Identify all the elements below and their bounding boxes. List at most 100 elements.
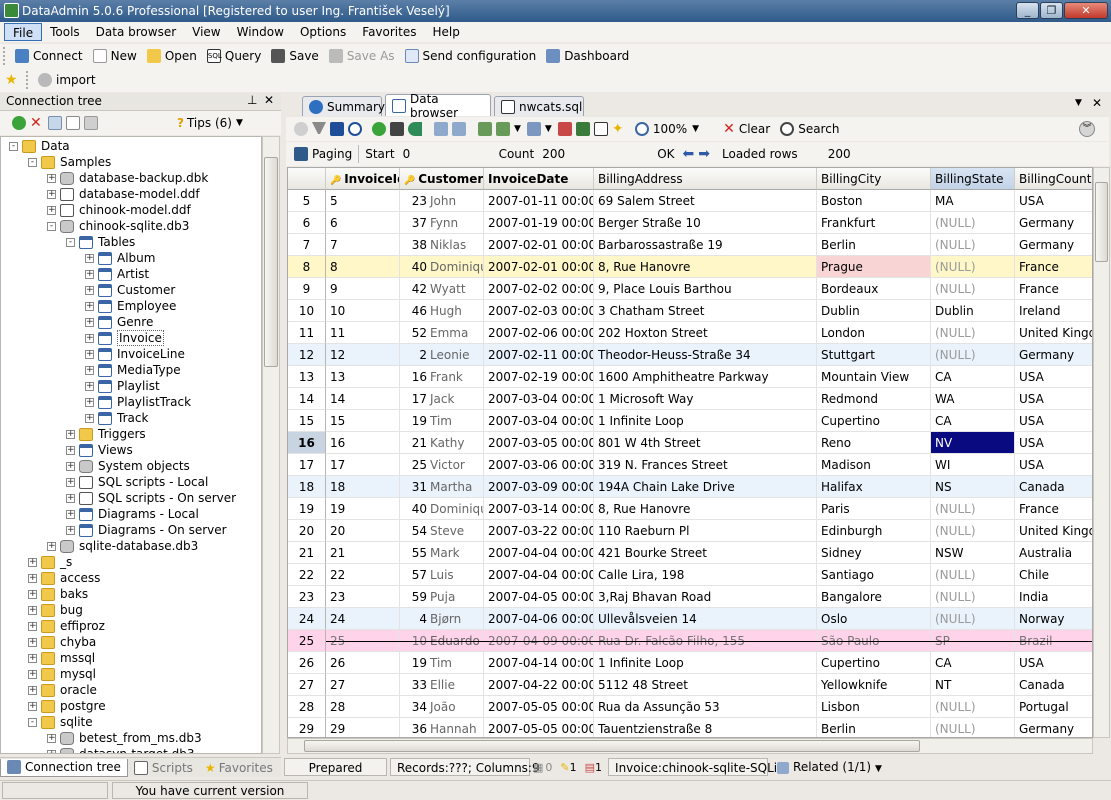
cell-billing-address[interactable]: 8, Rue Hanovre [594,256,817,278]
expand-icon[interactable]: + [66,509,75,519]
cell-billing-country[interactable]: Canada [1015,674,1092,696]
row-number[interactable]: 20 [288,520,326,542]
cell-billing-country[interactable]: USA [1015,652,1092,674]
cell-billing-country[interactable]: USA [1015,366,1092,388]
cell-billing-city[interactable]: Yellowknife [817,674,931,696]
tree-node[interactable]: + mysql [28,666,96,682]
tab-connection-tree[interactable]: Connection tree [0,758,128,777]
save-icon[interactable] [390,122,404,136]
open-button[interactable]: Open [142,45,202,67]
cell-invoice-id[interactable]: 24 [326,608,400,630]
cell-customer-id[interactable]: 17 Jack [400,388,484,410]
cell-invoice-date[interactable]: 2007-02-01 00:00:... [484,234,594,256]
cell-billing-state[interactable]: NSW [931,542,1015,564]
cell-invoice-date[interactable]: 2007-01-19 00:00:... [484,212,594,234]
cell-customer-id[interactable]: 25 Victor [400,454,484,476]
refresh-icon[interactable] [372,122,386,136]
cell-customer-id[interactable]: 16 Frank [400,366,484,388]
cell-customer-id[interactable]: 4 Bjørn [400,608,484,630]
cell-billing-country[interactable]: Chile [1015,564,1092,586]
cell-invoice-date[interactable]: 2007-02-01 00:00:... [484,256,594,278]
cell-invoice-id[interactable]: 6 [326,212,400,234]
expand-icon[interactable]: + [85,381,94,391]
tree-node[interactable]: + bug [28,602,83,618]
cell-billing-state[interactable]: (NULL) [931,586,1015,608]
cell-billing-state[interactable]: NT [931,674,1015,696]
cell-billing-country[interactable]: United Kingdom [1015,322,1092,344]
cell-customer-id[interactable]: 46 Hugh [400,300,484,322]
cell-invoice-id[interactable]: 22 [326,564,400,586]
expand-icon[interactable]: + [47,749,56,753]
collapse-icon[interactable]: - [28,157,37,167]
expand-icon[interactable]: + [85,397,94,407]
tree-node[interactable]: - Data [9,138,70,154]
cell-billing-country[interactable]: USA [1015,388,1092,410]
tab-list-dropdown-icon[interactable]: ▼ [1075,98,1082,108]
row-number[interactable]: 8 [288,256,326,278]
tree-node[interactable]: + datasyn-target.db3 [47,746,195,753]
tree-node[interactable]: + SQL scripts - On server [66,490,236,506]
cell-billing-address[interactable]: 202 Hoxton Street [594,322,817,344]
close-panel-icon[interactable]: ✕ [264,93,274,107]
tree-node[interactable]: + Track [85,410,148,426]
expand-icon[interactable]: + [66,493,75,503]
row-number[interactable]: 25 [288,630,326,652]
cell-invoice-date[interactable]: 2007-04-04 00:00:... [484,564,594,586]
tree-node[interactable]: + MediaType [85,362,181,378]
menu-window[interactable]: Window [229,23,292,41]
tree-node[interactable]: + Customer [85,282,175,298]
row-number[interactable]: 23 [288,586,326,608]
import-button[interactable]: import [33,69,101,91]
expand-icon[interactable]: + [66,477,75,487]
cell-invoice-date[interactable]: 2007-05-05 00:00:... [484,718,594,737]
chevron-down-icon[interactable]: ▼ [545,124,552,134]
cell-billing-city[interactable]: Frankfurt [817,212,931,234]
cell-billing-address[interactable]: Theodor-Heuss-Straße 34 [594,344,817,366]
cell-billing-country[interactable]: Germany [1015,212,1092,234]
cell-billing-country[interactable]: USA [1015,190,1092,212]
cell-customer-id[interactable]: 2 Leonie [400,344,484,366]
row-number[interactable]: 10 [288,300,326,322]
cell-billing-state[interactable]: CA [931,652,1015,674]
column-header[interactable]: BillingCity [817,168,931,190]
cell-billing-state[interactable]: (NULL) [931,256,1015,278]
cell-billing-state[interactable]: CA [931,410,1015,432]
cell-billing-country[interactable]: USA [1015,454,1092,476]
cell-billing-address[interactable]: 3,Raj Bhavan Road [594,586,817,608]
cell-customer-id[interactable]: 38 Niklas [400,234,484,256]
cell-customer-id[interactable]: 33 Ellie [400,674,484,696]
tree-node[interactable]: + chinook-model.ddf [47,202,191,218]
save-as-button[interactable]: Save As [324,45,400,67]
undo-icon[interactable] [408,122,422,136]
expand-icon[interactable]: + [85,285,94,295]
cell-customer-id[interactable]: 19 Tim [400,410,484,432]
zoom-dropdown[interactable]: 100% ▼ [630,118,704,140]
filter-icon[interactable] [312,122,326,136]
row-number[interactable]: 29 [288,718,326,737]
tree-node[interactable]: + _s [28,554,72,570]
cell-billing-city[interactable]: Dublin [817,300,931,322]
cell-billing-country[interactable]: Ireland [1015,300,1092,322]
cell-invoice-date[interactable]: 2007-03-04 00:00:... [484,388,594,410]
row-number[interactable]: 28 [288,696,326,718]
cell-billing-address[interactable]: 9, Place Louis Barthou [594,278,817,300]
tree-node[interactable]: + postgre [28,698,106,714]
expand-icon[interactable]: + [47,189,56,199]
cell-billing-state[interactable]: MA [931,190,1015,212]
cell-billing-city[interactable]: Reno [817,432,931,454]
grid-vscroll-thumb[interactable] [1095,182,1108,262]
cell-billing-city[interactable]: Mountain View [817,366,931,388]
cell-invoice-date[interactable]: 2007-03-05 00:00:... [484,432,594,454]
expand-icon[interactable]: + [28,589,37,599]
row-number[interactable]: 14 [288,388,326,410]
row-number[interactable]: 24 [288,608,326,630]
expand-icon[interactable]: + [47,541,56,551]
cell-billing-address[interactable]: 421 Bourke Street [594,542,817,564]
expand-icon[interactable]: + [28,621,37,631]
query-button[interactable]: SQL Query [202,45,266,67]
tree-node[interactable]: + sqlite-database.db3 [47,538,198,554]
cell-billing-city[interactable]: Berlin [817,234,931,256]
tree-node[interactable]: + effiproz [28,618,105,634]
cell-billing-state[interactable]: WI [931,454,1015,476]
related-dropdown[interactable]: Related (1/1) ▼ [771,758,882,776]
